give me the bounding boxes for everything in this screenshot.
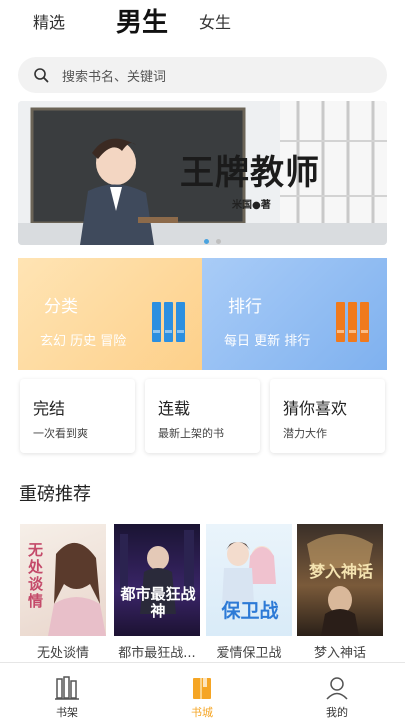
nav-profile[interactable]: 我的 — [297, 663, 377, 720]
nav-profile-label: 我的 — [326, 706, 348, 719]
book-title: 无处谈情 — [36, 646, 89, 661]
carousel-dot[interactable] — [216, 239, 221, 244]
serializing-subtitle: 最新上架的书 — [158, 427, 224, 440]
search-icon — [34, 68, 49, 83]
top-tabs: 精选 男生 女生 — [0, 0, 405, 44]
books-icon — [336, 302, 369, 342]
book-cover[interactable]: 都市最狂战神 — [114, 524, 200, 636]
book-cover-title: 梦入神话 — [308, 562, 373, 581]
bookshelf-icon — [55, 676, 79, 700]
ranking-subtitle: 每日 更新 排行 — [224, 334, 311, 349]
book-item[interactable]: 都市最狂战神 都市最狂战... — [114, 524, 200, 661]
ranking-title: 排行 — [228, 297, 262, 317]
book-cover[interactable]: 无处谈情 — [20, 524, 106, 636]
recommend-title: 猜你喜欢 — [283, 399, 348, 418]
section-title: 重磅推荐 — [19, 484, 91, 505]
finished-card[interactable]: 完结 一次看到爽 — [20, 379, 135, 453]
nav-bookshelf[interactable]: 书架 — [27, 663, 107, 720]
serializing-card[interactable]: 连载 最新上架的书 — [145, 379, 260, 453]
finished-subtitle: 一次看到爽 — [33, 427, 88, 440]
category-subtitle: 玄幻 历史 冒险 — [40, 334, 127, 349]
nav-bookstore-label: 书城 — [191, 706, 213, 719]
book-cover-title: 都市最狂战神 — [120, 585, 196, 620]
nav-bookshelf-label: 书架 — [56, 706, 78, 719]
book-title: 都市最狂战... — [118, 646, 196, 661]
books-icon — [152, 302, 185, 342]
finished-title: 完结 — [33, 399, 66, 418]
ranking-card[interactable]: 排行 每日 更新 排行 — [202, 258, 387, 370]
tab-female[interactable]: 女生 — [199, 9, 231, 33]
category-title: 分类 — [44, 297, 78, 317]
book-item[interactable]: 保卫战 爱情保卫战 — [206, 524, 292, 661]
tab-featured[interactable]: 精选 — [33, 9, 65, 33]
user-icon — [326, 677, 348, 700]
serializing-title: 连载 — [158, 399, 191, 418]
bookstore-icon — [193, 678, 211, 699]
carousel-dot-active[interactable] — [204, 239, 209, 244]
book-item[interactable]: 梦入神话 梦入神话 — [297, 524, 383, 661]
banner-author: 米国●著 — [232, 200, 271, 211]
book-cover[interactable]: 保卫战 — [206, 524, 292, 636]
banner-carousel[interactable]: 王牌教师 米国●著 — [18, 101, 387, 245]
book-cover-title: 保卫战 — [221, 600, 279, 622]
tab-male[interactable]: 男生 — [116, 2, 168, 39]
book-title: 爱情保卫战 — [216, 646, 282, 661]
category-card[interactable]: 分类 玄幻 历史 冒险 — [18, 258, 202, 370]
banner-title: 王牌教师 — [180, 153, 320, 193]
book-cover[interactable]: 梦入神话 — [297, 524, 383, 636]
carousel-indicator — [204, 229, 228, 245]
book-title: 梦入神话 — [313, 646, 366, 661]
bottom-nav: 书架 书城 我的 — [0, 662, 405, 720]
search-bar[interactable]: 搜索书名、关键词 — [18, 57, 387, 93]
search-placeholder: 搜索书名、关键词 — [62, 70, 167, 85]
recommend-subtitle: 潜力大作 — [283, 427, 327, 440]
book-cover-title: 无处谈情 — [28, 541, 44, 610]
recommend-card[interactable]: 猜你喜欢 潜力大作 — [270, 379, 385, 453]
book-item[interactable]: 无处谈情 无处谈情 — [20, 524, 106, 661]
nav-bookstore[interactable]: 书城 — [162, 663, 242, 720]
